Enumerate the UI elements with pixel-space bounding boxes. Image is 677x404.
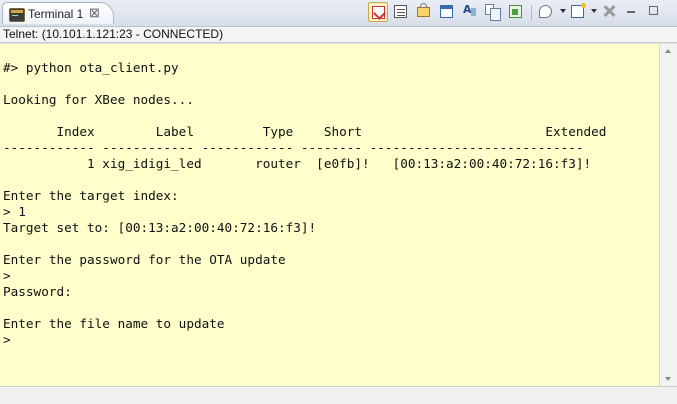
- tab-title: Terminal 1: [28, 7, 84, 21]
- copy-icon: [485, 4, 501, 21]
- scroll-down-arrow-icon[interactable]: [665, 377, 671, 381]
- maximize-icon: [649, 6, 658, 15]
- pin-icon: [539, 5, 552, 18]
- window-icon: [440, 5, 453, 18]
- terminal-line: #> python ota_client.py: [3, 60, 179, 75]
- close-x-icon: [602, 4, 616, 18]
- disconnect-button[interactable]: [391, 2, 411, 22]
- terminal-icon: [9, 8, 25, 22]
- terminal-line: ------------ ------------ ------------ -…: [3, 140, 584, 155]
- bottom-edge: [0, 386, 677, 404]
- terminal-line: Enter the file name to update: [3, 316, 225, 331]
- terminal-line: >: [3, 268, 11, 283]
- export-button[interactable]: [506, 2, 526, 22]
- terminal-line: > 1: [3, 204, 26, 219]
- terminal-line: Enter the target index:: [3, 188, 179, 203]
- connection-status: Telnet: (10.101.1.121:23 - CONNECTED): [0, 27, 677, 43]
- terminal-line: Password:: [3, 284, 72, 299]
- terminal-line: Looking for XBee nodes...: [3, 92, 194, 107]
- remove-terminal-button[interactable]: [598, 2, 618, 22]
- tab-close-icon[interactable]: ⊠: [89, 5, 100, 21]
- scroll-up-arrow-icon[interactable]: [665, 49, 671, 53]
- terminal-text: #> python ota_client.py Looking for XBee …: [0, 44, 659, 348]
- export-icon: [509, 5, 522, 18]
- terminal-line: Index Label Type Short Extended: [3, 124, 607, 139]
- chevron-down-icon[interactable]: [591, 9, 597, 13]
- tab-terminal-1[interactable]: Terminal 1 ⊠: [2, 2, 114, 24]
- scroll-lock-button[interactable]: [414, 2, 434, 22]
- terminal-line: 1 xig_idigi_led router [e0fb]! [00:13:a2…: [3, 156, 592, 171]
- settings-window-button[interactable]: [437, 2, 457, 22]
- new-terminal-button[interactable]: [568, 2, 588, 22]
- minimize-icon: [627, 11, 635, 13]
- terminal-line: Target set to: [00:13:a2:00:40:72:16:f3]…: [3, 220, 317, 235]
- connect-button[interactable]: [368, 2, 388, 22]
- chevron-down-icon[interactable]: [560, 9, 566, 13]
- view-tab-bar: Terminal 1 ⊠: [0, 0, 677, 27]
- disconnect-icon: [394, 5, 407, 18]
- terminal-line: >: [3, 332, 11, 347]
- copy-button[interactable]: [483, 2, 503, 22]
- terminal-line: Enter the password for the OTA update: [3, 252, 286, 267]
- vertical-scrollbar[interactable]: [659, 44, 677, 386]
- minimize-button[interactable]: [621, 2, 641, 22]
- find-text-icon: [463, 3, 476, 18]
- maximize-button[interactable]: [644, 2, 664, 22]
- new-terminal-icon: [571, 3, 586, 18]
- lock-icon: [417, 3, 430, 17]
- terminal-view: Terminal 1 ⊠ A Telnet: (10.101.1.121:23 …: [0, 0, 677, 404]
- find-text-button[interactable]: [460, 2, 480, 22]
- pin-button[interactable]: [536, 2, 556, 22]
- toolbar-separator: [531, 5, 532, 21]
- terminal-output[interactable]: #> python ota_client.py Looking for XBee …: [0, 44, 659, 386]
- connect-icon: [372, 6, 385, 19]
